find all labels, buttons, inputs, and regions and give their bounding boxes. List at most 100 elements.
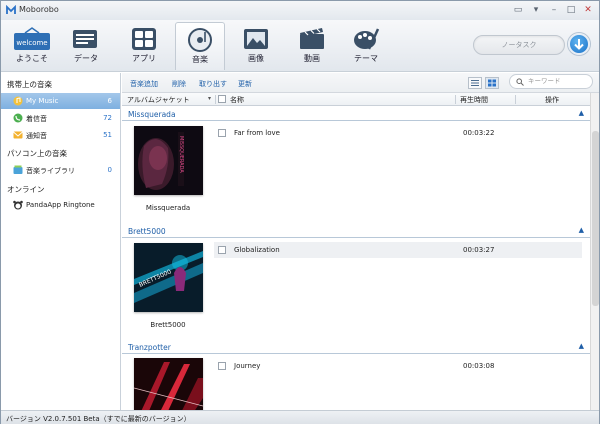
sidebar-item-label: 着信音 xyxy=(26,115,47,123)
app-title: Moborobo xyxy=(19,5,59,14)
tool-images[interactable]: 画像 xyxy=(231,22,281,70)
sidebar-item-label: My Music xyxy=(26,97,59,105)
sidebar-item-label: 音楽ライブラリ xyxy=(26,167,75,175)
sidebar-item-pandaapp-ringtone[interactable]: PandaApp Ringtone xyxy=(1,197,120,213)
group-artist-name: Tranzpotter xyxy=(128,343,171,352)
version-text: バージョン V2.0.7.501 Beta（すでに最新のバージョン） xyxy=(6,415,191,423)
group-header[interactable]: Brett5000 ▲ xyxy=(122,225,590,238)
col-album-jacket[interactable]: アルバムジャケット xyxy=(127,95,190,105)
track-row[interactable]: Globalization 00:03:27 xyxy=(214,242,582,258)
album-cover[interactable] xyxy=(133,358,204,410)
sidebar-item-my-music[interactable]: My Music 6 xyxy=(1,93,120,109)
group-header[interactable]: Missquerada ▲ xyxy=(122,108,590,121)
task-search-box[interactable]: ノータスク xyxy=(473,35,565,55)
maximize-icon[interactable]: □ xyxy=(564,4,578,16)
group-artist-name: Brett5000 xyxy=(128,227,166,236)
column-divider xyxy=(215,95,216,104)
panda-icon xyxy=(13,200,23,210)
track-title: Journey xyxy=(234,362,261,370)
section-pc-music: パソコン上の音楽 xyxy=(7,149,67,158)
section-online: オンライン xyxy=(7,185,45,194)
col-duration[interactable]: 再生時間 xyxy=(460,95,488,105)
download-button[interactable] xyxy=(568,33,590,55)
album-art-text: MISSQUERADA xyxy=(178,136,184,173)
grid-view-icon xyxy=(488,79,496,87)
tool-music-label: 音楽 xyxy=(192,55,208,64)
music-library-icon xyxy=(13,165,23,174)
export-button[interactable]: 取り出す xyxy=(199,79,227,89)
list-view-button[interactable] xyxy=(468,77,482,89)
close-icon[interactable]: ✕ xyxy=(581,4,595,16)
album-art-tranzpotter xyxy=(133,358,204,410)
grid-view-button[interactable] xyxy=(485,77,499,89)
group-artist-name: Missquerada xyxy=(128,110,176,119)
tool-video[interactable]: 動画 xyxy=(287,22,337,70)
col-operation: 操作 xyxy=(545,96,559,104)
keyword-search-input[interactable]: キーワード xyxy=(509,74,593,89)
track-duration: 00:03:08 xyxy=(463,362,495,370)
track-row[interactable]: Far from love 00:03:22 xyxy=(214,125,582,141)
track-duration: 00:03:22 xyxy=(463,129,495,137)
welcome-badge-text: welcome xyxy=(16,39,47,47)
track-checkbox[interactable] xyxy=(218,129,226,137)
track-row[interactable]: Journey 00:03:08 xyxy=(214,358,582,374)
sidebar: 携帯上の音楽 My Music 6 着信音 72 通知音 51 パソコン上の音楽… xyxy=(1,73,121,410)
search-icon xyxy=(516,78,524,86)
refresh-button[interactable]: 更新 xyxy=(238,79,252,89)
menu-icon[interactable]: ▾ xyxy=(529,4,543,16)
sidebar-item-ringtones[interactable]: 着信音 72 xyxy=(1,110,120,126)
sidebar-item-count: 51 xyxy=(103,131,112,139)
title-bar: Moborobo ▭ ▾ – □ ✕ xyxy=(1,1,599,20)
group-header[interactable]: Tranzpotter ▲ xyxy=(122,341,590,354)
collapse-caret-icon[interactable]: ▲ xyxy=(579,342,584,350)
track-checkbox[interactable] xyxy=(218,362,226,370)
minimize-icon[interactable]: – xyxy=(547,4,561,16)
column-divider xyxy=(515,95,516,104)
album-name: Brett5000 xyxy=(150,321,186,329)
delete-button[interactable]: 削除 xyxy=(172,79,186,89)
album-name: Missquerada xyxy=(145,204,191,212)
tool-apps-label: アプリ xyxy=(132,54,156,63)
apps-icon xyxy=(132,28,156,50)
tool-music[interactable]: 音楽 xyxy=(175,22,225,70)
select-all-checkbox[interactable] xyxy=(218,95,226,103)
col-name[interactable]: 名称 xyxy=(230,95,244,105)
my-music-icon xyxy=(13,96,23,106)
sidebar-item-count: 0 xyxy=(107,166,112,174)
album-group-tranzpotter: Tranzpotter ▲ Journey 00:03:08 xyxy=(122,341,590,410)
feedback-icon[interactable]: ▭ xyxy=(511,4,525,16)
add-music-button[interactable]: 音楽追加 xyxy=(130,79,158,89)
album-cover[interactable]: MISSQUERADA xyxy=(134,126,203,195)
album-cover[interactable]: BRETT5000 xyxy=(134,243,203,312)
sidebar-item-music-library[interactable]: 音楽ライブラリ 0 xyxy=(1,162,120,178)
tool-welcome[interactable]: welcome ようこそ xyxy=(7,22,57,70)
status-bar: バージョン V2.0.7.501 Beta（すでに最新のバージョン） xyxy=(1,410,599,424)
tool-theme-label: テーマ xyxy=(354,54,378,63)
moborobo-logo-icon xyxy=(6,5,16,14)
notification-icon xyxy=(13,131,23,139)
tool-data[interactable]: データ xyxy=(61,22,111,70)
track-checkbox[interactable] xyxy=(218,246,226,254)
column-header-row: アルバムジャケット ▾ 名称 再生時間 操作 xyxy=(122,93,590,106)
tool-apps[interactable]: アプリ xyxy=(119,22,169,70)
scrollbar-thumb[interactable] xyxy=(592,131,599,306)
tool-images-label: 画像 xyxy=(248,54,264,63)
app-window: Moborobo ▭ ▾ – □ ✕ welcome ようこそ データ アプリ … xyxy=(0,0,600,424)
sort-dropdown-icon[interactable]: ▾ xyxy=(208,95,211,102)
sidebar-item-count: 72 xyxy=(103,114,112,122)
collapse-caret-icon[interactable]: ▲ xyxy=(579,109,584,117)
tool-data-label: データ xyxy=(74,54,98,63)
tool-video-label: 動画 xyxy=(304,54,320,63)
theme-icon xyxy=(354,28,380,50)
sidebar-item-count: 6 xyxy=(107,97,112,105)
album-group-missquerada: Missquerada ▲ MISSQUERADA Missquerada Fa… xyxy=(122,108,590,226)
sidebar-item-label: 通知音 xyxy=(26,132,47,140)
vertical-scrollbar[interactable] xyxy=(590,93,599,410)
sidebar-item-notification-sounds[interactable]: 通知音 51 xyxy=(1,127,120,143)
track-duration: 00:03:27 xyxy=(463,246,495,254)
tool-theme[interactable]: テーマ xyxy=(341,22,391,70)
welcome-icon: welcome xyxy=(14,27,50,50)
section-phone-music: 携帯上の音楽 xyxy=(7,80,52,89)
collapse-caret-icon[interactable]: ▲ xyxy=(579,226,584,234)
tool-welcome-label: ようこそ xyxy=(16,54,48,63)
